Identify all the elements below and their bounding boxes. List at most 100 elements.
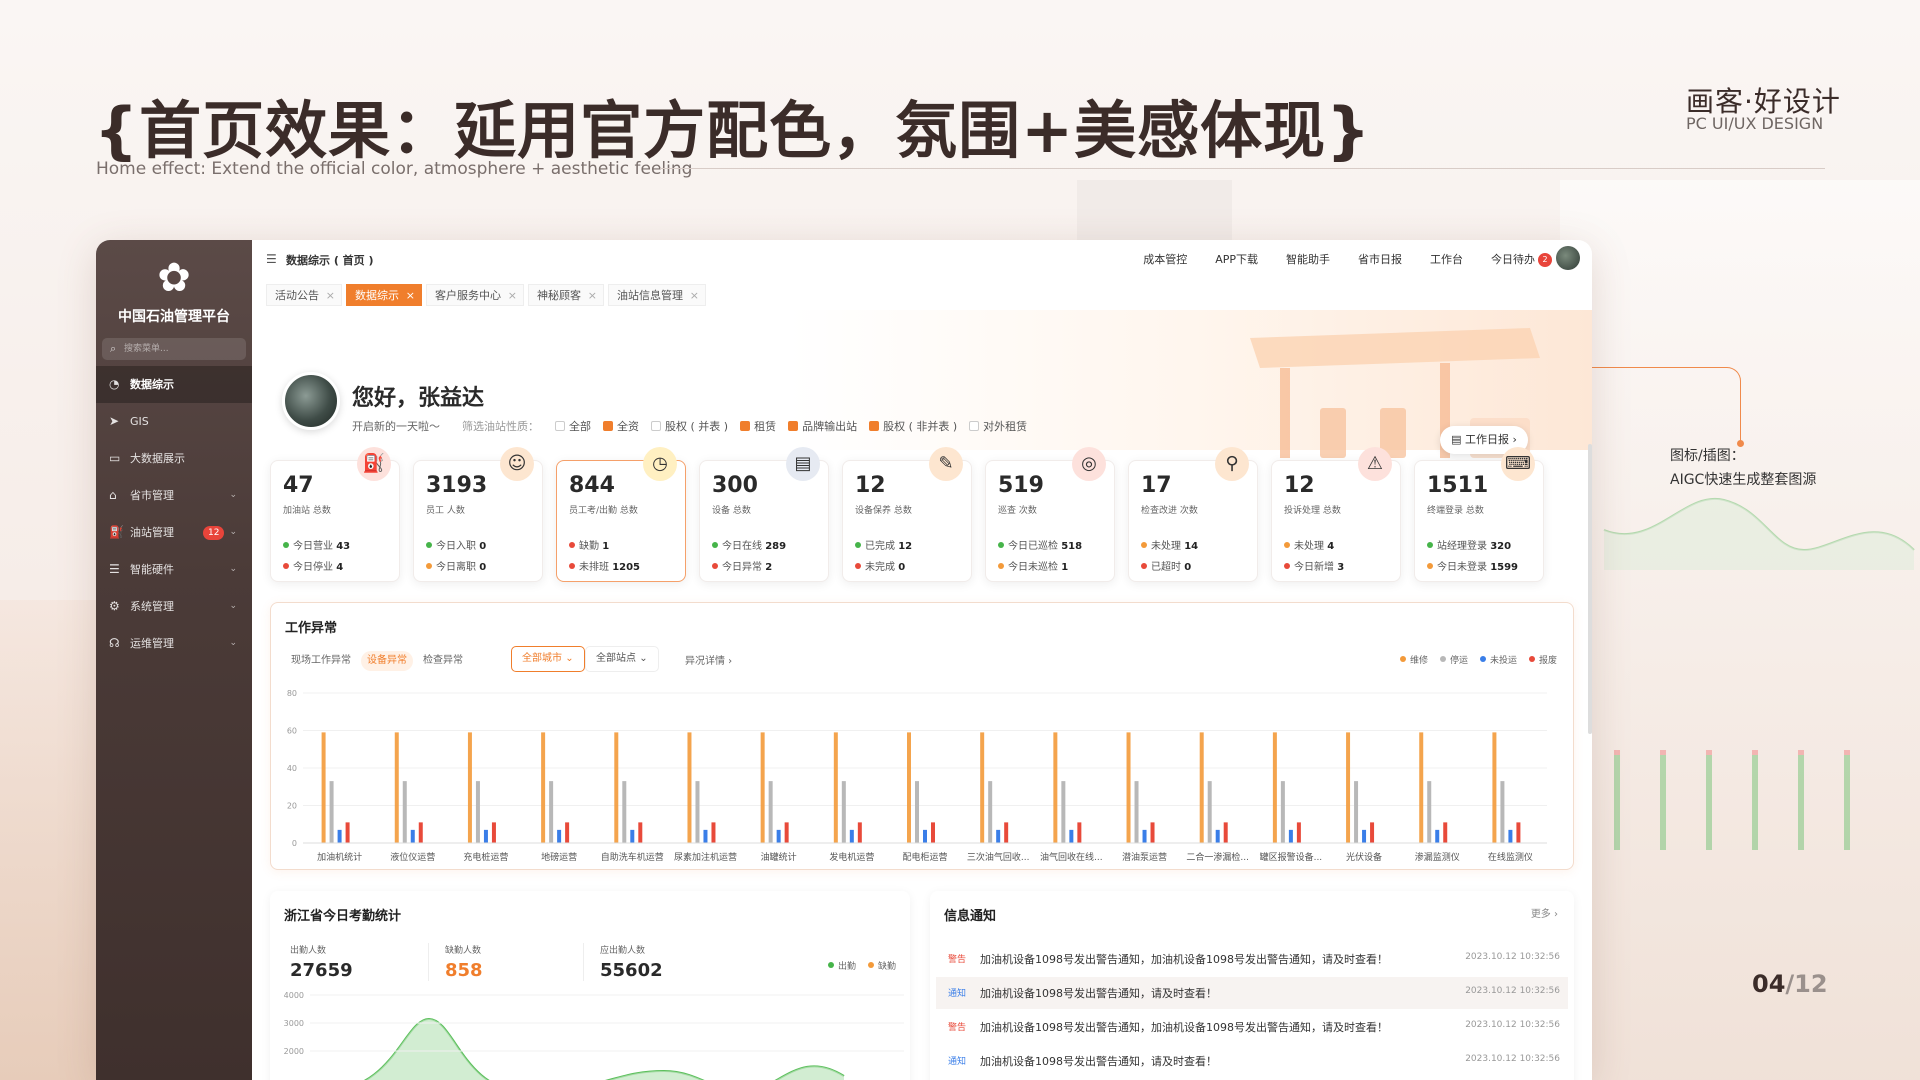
bar-停运[interactable] <box>1207 781 1212 843</box>
bar-维修[interactable] <box>833 732 838 843</box>
tab-0[interactable]: 活动公告 × <box>266 284 342 306</box>
city-select[interactable]: 全部城市 ⌄ <box>511 646 585 672</box>
bar-停运[interactable] <box>402 781 407 843</box>
sidebar-item-7[interactable]: ☊ 运维管理 ⌄ <box>96 625 252 662</box>
stat-card[interactable]: ⌨ 1511 终端登录 总数 站经理登录 320 今日未登录 1599 <box>1414 447 1544 582</box>
filter-checkbox-5[interactable]: 股权 ( 非并表 ) <box>869 418 957 434</box>
bar-停运[interactable] <box>695 781 700 843</box>
abnormal-tab-2[interactable]: 检查异常 <box>417 651 469 671</box>
page-scrollbar[interactable] <box>1588 444 1592 734</box>
top-link-4[interactable]: 工作台 <box>1430 251 1463 267</box>
tab-1[interactable]: 数据综示 × <box>346 284 422 306</box>
bar-维修[interactable] <box>760 732 765 843</box>
abnormal-tab-1[interactable]: 设备异常 <box>361 651 413 671</box>
bar-报废[interactable] <box>711 822 716 843</box>
bar-维修[interactable] <box>321 732 326 843</box>
notice-item[interactable]: 通知 加油机设备1098号发出警告通知，请及时查看！ 2023.10.12 10:3… <box>936 977 1568 1009</box>
bar-停运[interactable] <box>1427 781 1432 843</box>
filter-checkbox-2[interactable]: 股权 ( 并表 ) <box>651 418 728 434</box>
notice-item[interactable]: 警告 加油机设备1098号发出警告通知，加油机设备1098号发出警告通知，请及时查… <box>936 1011 1568 1043</box>
bar-维修[interactable] <box>907 732 911 843</box>
bar-未投运[interactable] <box>703 829 708 843</box>
bar-报废[interactable] <box>345 822 350 843</box>
bar-停运[interactable] <box>768 781 773 843</box>
bar-维修[interactable] <box>1492 732 1497 843</box>
bar-报废[interactable] <box>1516 822 1521 843</box>
bar-停运[interactable] <box>1354 781 1359 843</box>
user-avatar-large[interactable] <box>282 372 340 430</box>
stat-card[interactable]: ⚲ 17 检查改进 次数 未处理 14 已超时 0 <box>1128 447 1258 582</box>
stat-card[interactable]: ▤ 300 设备 总数 今日在线 289 今日异常 2 <box>699 447 829 582</box>
filter-checkbox-1[interactable]: 全资 <box>603 418 639 434</box>
top-link-0[interactable]: 成本管控 <box>1143 251 1187 267</box>
sidebar-item-0[interactable]: ◔ 数据综示 <box>96 366 252 403</box>
bar-维修[interactable] <box>1419 732 1424 843</box>
bar-维修[interactable] <box>1272 732 1277 843</box>
bar-维修[interactable] <box>980 732 985 843</box>
filter-checkbox-3[interactable]: 租赁 <box>740 418 776 434</box>
stat-card[interactable]: ✎ 12 设备保养 总数 已完成 12 未完成 0 <box>842 447 972 582</box>
bar-报废[interactable] <box>1150 822 1155 843</box>
menu-search-input[interactable]: ⌕ 搜索菜单... <box>102 338 246 360</box>
bar-停运[interactable] <box>1061 781 1066 843</box>
legend-item[interactable]: 维修 <box>1399 653 1428 666</box>
bar-停运[interactable] <box>1134 781 1139 843</box>
bar-停运[interactable] <box>622 781 627 843</box>
notice-item[interactable]: 警告 加油机设备1098号发出警告通知，加油机设备1098号发出警告通知，请及时查… <box>936 943 1568 975</box>
more-link[interactable]: 更多 › <box>1531 905 1558 920</box>
sidebar-item-5[interactable]: ☰ 智能硬件 ⌄ <box>96 551 252 588</box>
bar-报废[interactable] <box>1443 822 1448 843</box>
menu-toggle-icon[interactable]: ☰ <box>266 252 277 266</box>
bar-停运[interactable] <box>1280 781 1285 843</box>
sidebar-item-1[interactable]: ➤ GIS <box>96 403 252 440</box>
tab-4[interactable]: 油站信息管理 × <box>608 284 706 306</box>
sidebar-item-4[interactable]: ⛽ 油站管理 12 ⌄ <box>96 514 252 551</box>
bar-报废[interactable] <box>857 822 862 843</box>
bar-未投运[interactable] <box>996 829 1001 843</box>
bar-未投运[interactable] <box>483 829 488 843</box>
bar-未投运[interactable] <box>1215 829 1220 843</box>
bar-报废[interactable] <box>418 822 423 843</box>
bar-报废[interactable] <box>1004 822 1009 843</box>
bar-停运[interactable] <box>1500 781 1505 843</box>
abnormal-tab-0[interactable]: 现场工作异常 <box>285 651 357 671</box>
bar-维修[interactable] <box>614 732 619 843</box>
filter-checkbox-6[interactable]: 对外租赁 <box>969 418 1027 434</box>
bar-维修[interactable] <box>1053 732 1058 843</box>
stat-card[interactable]: ⚠ 12 投诉处理 总数 未处理 4 今日新增 3 <box>1271 447 1401 582</box>
legend-item[interactable]: 报废 <box>1528 653 1557 666</box>
bar-维修[interactable] <box>541 732 546 843</box>
bar-报废[interactable] <box>931 822 935 843</box>
bar-未投运[interactable] <box>776 829 781 843</box>
bar-报废[interactable] <box>1370 822 1375 843</box>
top-link-3[interactable]: 省市日报 <box>1358 251 1402 267</box>
close-icon[interactable]: × <box>406 285 415 307</box>
close-icon[interactable]: × <box>690 285 699 307</box>
close-icon[interactable]: × <box>326 285 335 307</box>
legend-item[interactable]: 缺勤 <box>867 959 896 972</box>
legend-item[interactable]: 未投运 <box>1479 653 1517 666</box>
bar-未投运[interactable] <box>923 829 927 843</box>
bar-报废[interactable] <box>1296 822 1301 843</box>
bar-停运[interactable] <box>475 781 480 843</box>
sidebar-item-2[interactable]: ▭ 大数据展示 <box>96 440 252 477</box>
bar-未投运[interactable] <box>1288 829 1293 843</box>
legend-item[interactable]: 出勤 <box>827 959 856 972</box>
bar-停运[interactable] <box>329 781 334 843</box>
abnormal-detail-link[interactable]: 异况详情 › <box>685 652 732 667</box>
bar-维修[interactable] <box>394 732 399 843</box>
bar-报废[interactable] <box>1077 822 1082 843</box>
tab-2[interactable]: 客户服务中心 × <box>426 284 524 306</box>
close-icon[interactable]: × <box>588 285 597 307</box>
bar-维修[interactable] <box>687 732 692 843</box>
station-select[interactable]: 全部站点 ⌄ <box>585 646 659 672</box>
bar-未投运[interactable] <box>1362 829 1367 843</box>
bar-维修[interactable] <box>1126 732 1131 843</box>
sidebar-item-3[interactable]: ⌂ 省市管理 ⌄ <box>96 477 252 514</box>
user-avatar[interactable] <box>1556 246 1580 270</box>
bar-报废[interactable] <box>491 822 496 843</box>
stat-card[interactable]: ⛽ 47 加油站 总数 今日营业 43 今日停业 4 <box>270 447 400 582</box>
top-link-5[interactable]: 今日待办 2 <box>1491 251 1552 267</box>
bar-维修[interactable] <box>1346 732 1351 843</box>
bar-未投运[interactable] <box>1142 829 1147 843</box>
